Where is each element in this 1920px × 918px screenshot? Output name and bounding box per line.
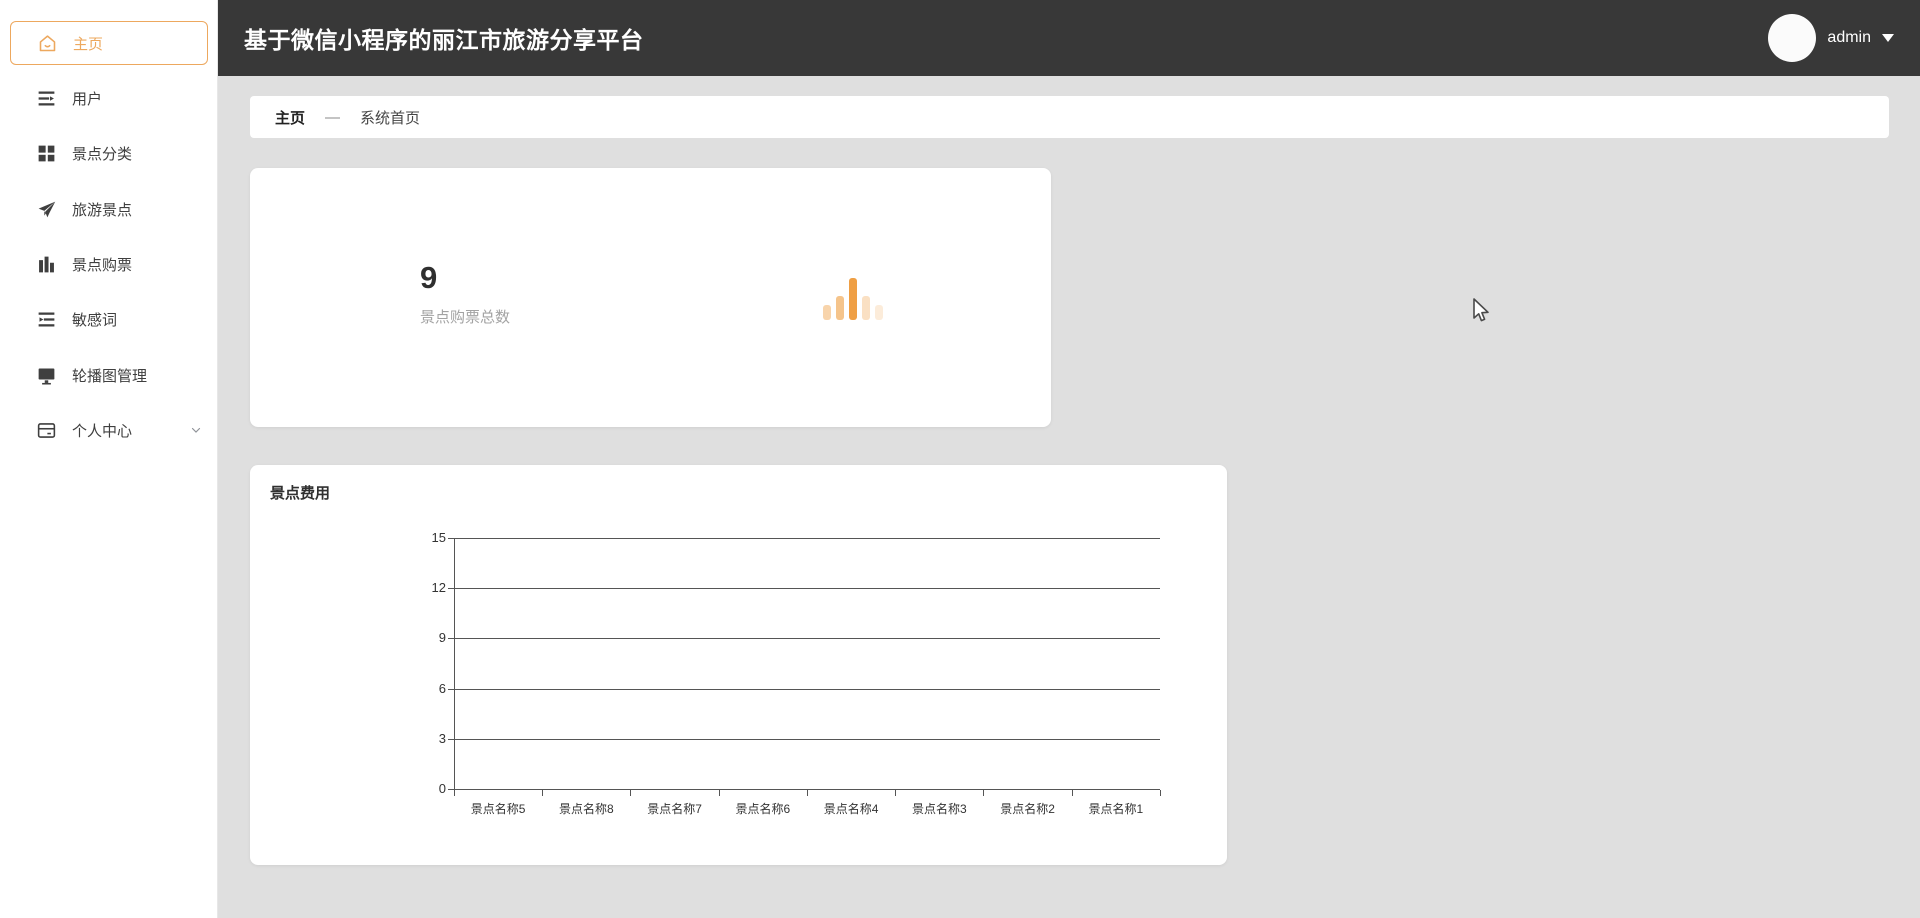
app-header: 基于微信小程序的丽江市旅游分享平台 admin bbox=[218, 0, 1920, 76]
x-tick-label: 景点名称2 bbox=[984, 800, 1072, 817]
gridline bbox=[454, 689, 1160, 690]
x-tick bbox=[1072, 790, 1073, 796]
x-tick bbox=[719, 790, 720, 796]
breadcrumb-home[interactable]: 主页 bbox=[275, 107, 305, 128]
x-tick-label: 景点名称1 bbox=[1072, 800, 1160, 817]
y-tick bbox=[448, 689, 454, 690]
sidebar-item-label: 敏感词 bbox=[72, 309, 117, 330]
sidebar-item-tour-spots[interactable]: 旅游景点 bbox=[0, 187, 218, 231]
breadcrumb-separator: — bbox=[325, 109, 340, 126]
sidebar-item-home[interactable]: 主页 bbox=[10, 21, 208, 65]
sidebar-item-label: 轮播图管理 bbox=[72, 365, 147, 386]
sidebar-item-label: 主页 bbox=[73, 33, 103, 54]
x-tick bbox=[983, 790, 984, 796]
x-tick bbox=[807, 790, 808, 796]
y-tick bbox=[448, 739, 454, 740]
x-axis-labels: 景点名称5 景点名称8 景点名称7 景点名称6 景点名称4 景点名称3 景点名称… bbox=[454, 800, 1160, 817]
x-tick bbox=[895, 790, 896, 796]
sidebar-item-label: 用户 bbox=[72, 88, 102, 109]
stat-label: 景点购票总数 bbox=[420, 306, 510, 327]
chevron-down-icon bbox=[190, 424, 202, 436]
y-tick bbox=[448, 538, 454, 539]
x-tick bbox=[542, 790, 543, 796]
x-tick-label: 景点名称3 bbox=[895, 800, 983, 817]
x-tick bbox=[630, 790, 631, 796]
send-icon bbox=[36, 199, 57, 220]
sidebar: 主页 用户 景点分类 旅游景点 bbox=[0, 0, 218, 918]
user-menu[interactable]: admin bbox=[1768, 14, 1894, 62]
mouse-cursor bbox=[1468, 296, 1494, 331]
sidebar-item-sensitive-words[interactable]: 敏感词 bbox=[0, 297, 218, 341]
home-icon bbox=[37, 33, 58, 54]
stat-card-ticket-total: 9 景点购票总数 bbox=[250, 168, 1051, 427]
filter-list-icon bbox=[36, 309, 57, 330]
bars-icon bbox=[36, 254, 57, 275]
x-tick-label: 景点名称4 bbox=[807, 800, 895, 817]
bar-chart: 15 12 9 6 3 0 景点名称5 景点名称8 景点名称7 景点名称6 景点… bbox=[250, 465, 1227, 865]
sidebar-item-ticketing[interactable]: 景点购票 bbox=[0, 242, 218, 286]
main-content: 主页 — 系统首页 9 景点购票总数 景点费用 bbox=[218, 76, 1920, 918]
monitor-icon bbox=[36, 365, 57, 386]
gridline bbox=[454, 538, 1160, 539]
gridline bbox=[454, 638, 1160, 639]
sidebar-item-label: 个人中心 bbox=[72, 420, 132, 441]
sidebar-item-profile[interactable]: 个人中心 bbox=[0, 408, 218, 452]
y-tick-label: 15 bbox=[400, 530, 446, 545]
y-tick-label: 12 bbox=[400, 580, 446, 595]
list-icon bbox=[36, 88, 57, 109]
sidebar-item-label: 旅游景点 bbox=[72, 199, 132, 220]
idcard-icon bbox=[36, 420, 57, 441]
y-tick-label: 3 bbox=[400, 731, 446, 746]
x-tick-label: 景点名称7 bbox=[631, 800, 719, 817]
sidebar-item-carousel[interactable]: 轮播图管理 bbox=[0, 353, 218, 397]
x-tick bbox=[1160, 790, 1161, 796]
y-tick bbox=[448, 588, 454, 589]
avatar[interactable] bbox=[1768, 14, 1816, 62]
caret-down-icon bbox=[1882, 34, 1894, 42]
breadcrumb: 主页 — 系统首页 bbox=[250, 96, 1889, 138]
grid-icon bbox=[36, 143, 57, 164]
y-tick bbox=[448, 638, 454, 639]
y-tick-label: 0 bbox=[400, 781, 446, 796]
x-tick-label: 景点名称6 bbox=[719, 800, 807, 817]
sidebar-item-users[interactable]: 用户 bbox=[0, 76, 218, 120]
gridline bbox=[454, 588, 1160, 589]
sidebar-item-label: 景点购票 bbox=[72, 254, 132, 275]
chart-card-spot-fees: 景点费用 15 12 9 6 3 0 bbox=[250, 465, 1227, 865]
x-tick-label: 景点名称8 bbox=[542, 800, 630, 817]
x-tick bbox=[454, 790, 455, 796]
gridline bbox=[454, 739, 1160, 740]
y-tick-label: 9 bbox=[400, 630, 446, 645]
y-tick-label: 6 bbox=[400, 681, 446, 696]
user-name: admin bbox=[1827, 29, 1871, 47]
stat-value: 9 bbox=[420, 260, 510, 296]
x-tick-label: 景点名称5 bbox=[454, 800, 542, 817]
stat-text: 9 景点购票总数 bbox=[420, 260, 510, 327]
bar-chart-icon bbox=[823, 262, 883, 320]
breadcrumb-page: 系统首页 bbox=[360, 107, 420, 128]
y-axis-line bbox=[454, 538, 455, 790]
sidebar-item-label: 景点分类 bbox=[72, 143, 132, 164]
app-title: 基于微信小程序的丽江市旅游分享平台 bbox=[244, 21, 644, 55]
sidebar-item-spot-category[interactable]: 景点分类 bbox=[0, 131, 218, 175]
